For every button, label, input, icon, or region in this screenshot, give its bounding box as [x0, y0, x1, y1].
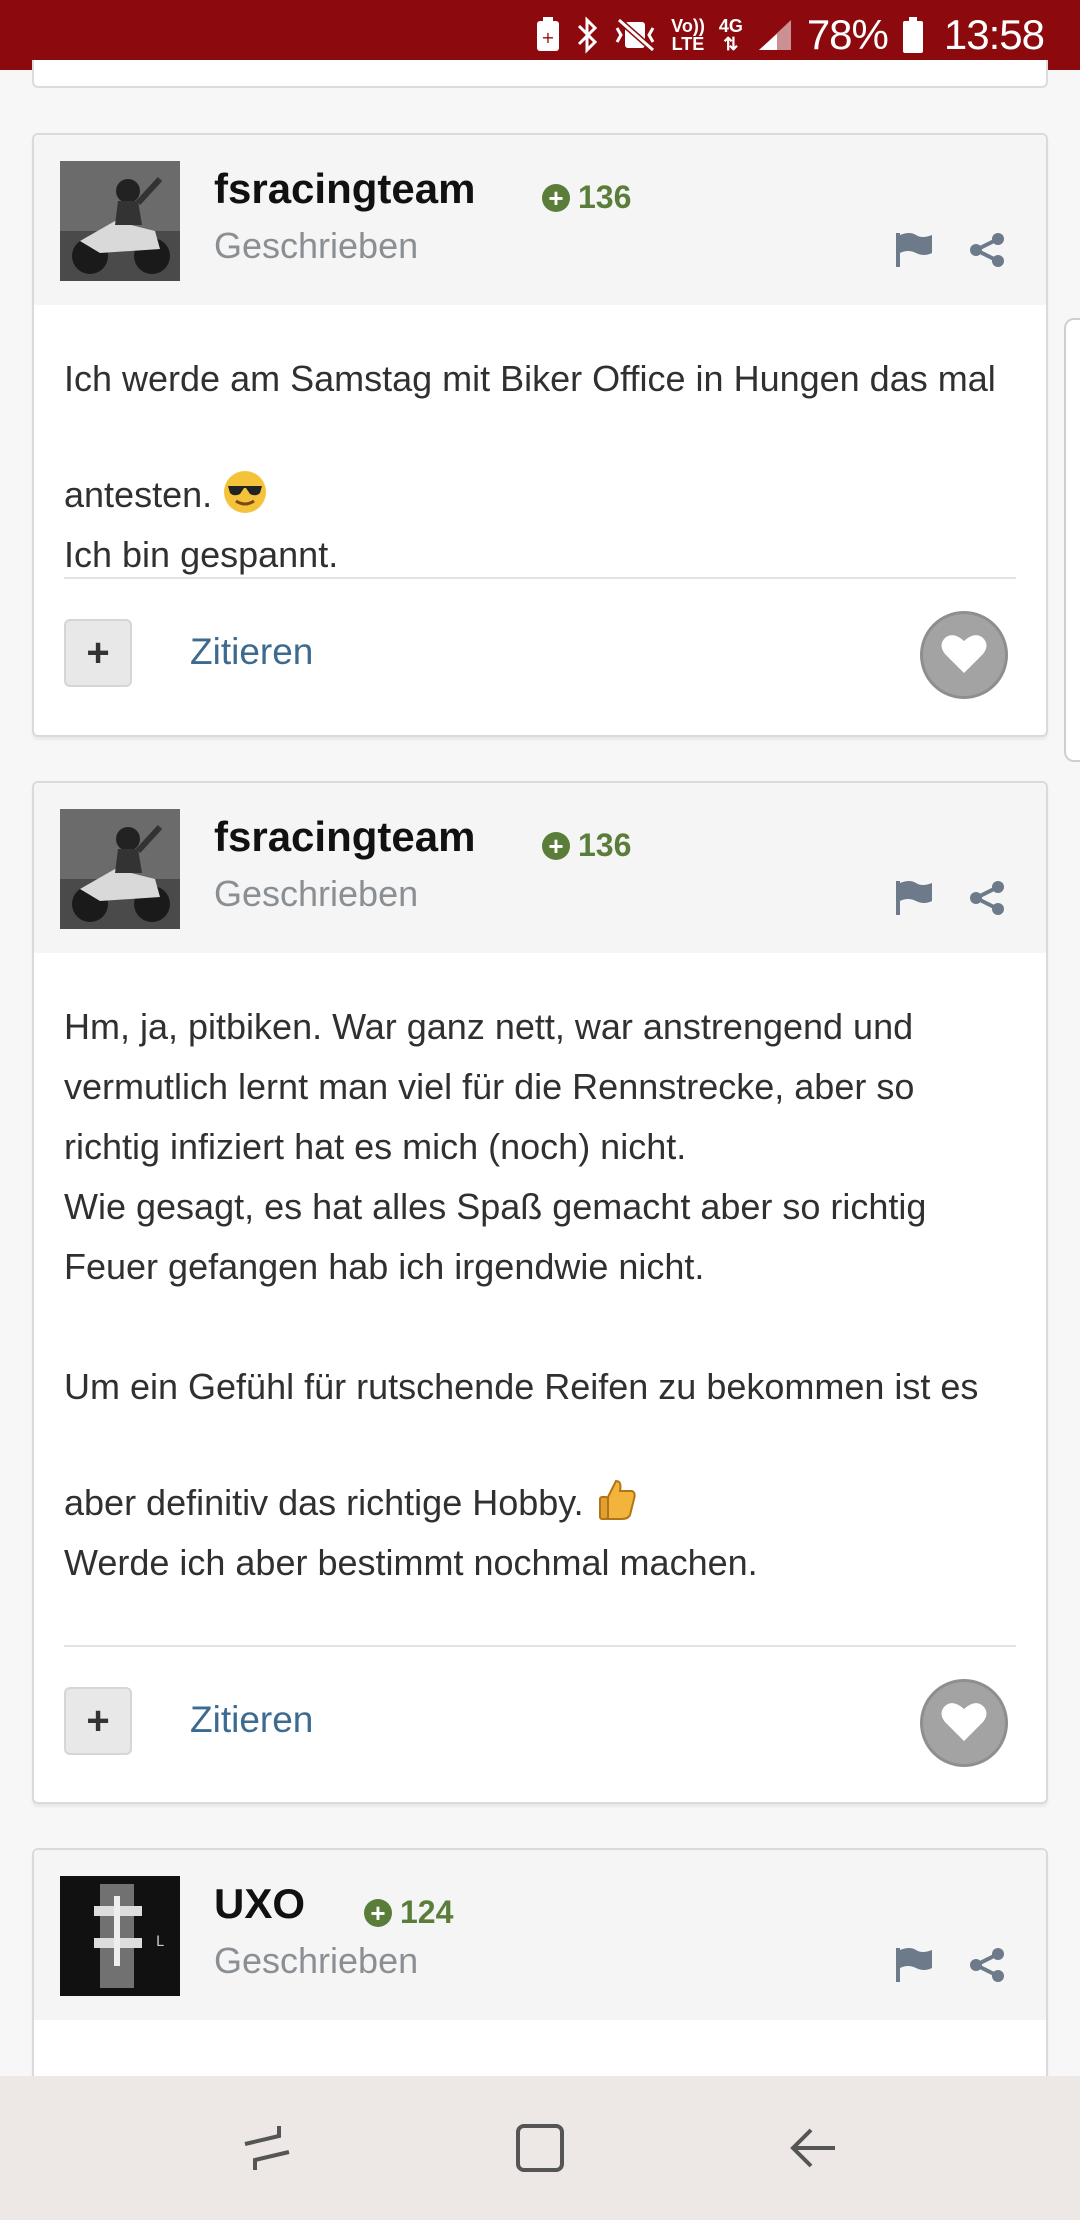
back-icon[interactable]: [768, 2103, 858, 2193]
post-card: fsracingteam + 136 Geschrieben Hm, ja, p…: [32, 781, 1048, 1804]
divider: [64, 577, 1016, 579]
reputation-badge: + 136: [542, 179, 631, 216]
quote-link[interactable]: Zitieren: [190, 631, 313, 673]
post-text: Ich werde am Samstag mit Biker Office in…: [64, 358, 996, 515]
post-date-label[interactable]: Geschrieben: [214, 873, 418, 915]
plus-circle-icon: +: [542, 831, 570, 860]
divider: [64, 1645, 1016, 1647]
post-header: fsracingteam + 136 Geschrieben: [34, 783, 1046, 953]
svg-text:+: +: [541, 28, 554, 47]
post-date-label[interactable]: Geschrieben: [214, 1940, 418, 1982]
like-button[interactable]: [920, 611, 1008, 699]
post-text: Um ein Gefühl für rutschende Reifen zu b…: [64, 1366, 979, 1523]
svg-text:L: L: [156, 1934, 164, 1950]
avatar[interactable]: L: [60, 1876, 180, 1996]
post-card: fsracingteam + 136 Geschrieben Ich werde…: [32, 133, 1048, 737]
avatar[interactable]: [60, 161, 180, 281]
scroll-handle[interactable]: [1064, 318, 1080, 762]
flag-icon[interactable]: [894, 231, 934, 267]
share-icon[interactable]: [968, 1946, 1006, 1984]
home-icon[interactable]: [495, 2103, 585, 2193]
post-text: Ich bin gespannt.: [64, 534, 339, 575]
heart-icon: [940, 1699, 988, 1748]
multiquote-button[interactable]: +: [64, 1687, 132, 1755]
post-content: Ich werde am Samstag mit Biker Office in…: [34, 305, 1046, 585]
post-header: fsracingteam + 136 Geschrieben: [34, 135, 1046, 305]
reputation-badge: + 136: [542, 827, 631, 864]
reputation-badge: + 124: [364, 1894, 453, 1931]
system-nav-bar: [0, 2076, 1080, 2220]
username[interactable]: fsracingteam: [214, 165, 475, 213]
thumbs-up-emoji: [594, 1417, 640, 1520]
username[interactable]: fsracingteam: [214, 813, 475, 861]
sunglasses-emoji: [222, 409, 268, 513]
avatar[interactable]: [60, 809, 180, 929]
like-button[interactable]: [920, 1679, 1008, 1767]
post-card: L UXO + 124 Geschrieben: [32, 1848, 1048, 2108]
multiquote-button[interactable]: +: [64, 619, 132, 687]
recent-apps-icon[interactable]: [222, 2103, 312, 2193]
share-icon[interactable]: [968, 879, 1006, 917]
quote-link[interactable]: Zitieren: [190, 1699, 313, 1741]
plus-circle-icon: +: [542, 183, 570, 212]
previous-post-edge: [32, 60, 1048, 88]
flag-icon[interactable]: [894, 879, 934, 915]
post-text: Hm, ja, pitbiken. War ganz nett, war ans…: [64, 1006, 927, 1287]
flag-icon[interactable]: [894, 1946, 934, 1982]
heart-icon: [940, 631, 988, 680]
post-header: L UXO + 124 Geschrieben: [34, 1850, 1046, 2020]
plus-circle-icon: +: [364, 1898, 392, 1927]
username[interactable]: UXO: [214, 1880, 305, 1928]
post-content: Hm, ja, pitbiken. War ganz nett, war ans…: [34, 953, 1046, 1593]
post-date-label[interactable]: Geschrieben: [214, 225, 418, 267]
post-text: Werde ich aber bestimmt nochmal machen.: [64, 1542, 758, 1583]
share-icon[interactable]: [968, 231, 1006, 269]
